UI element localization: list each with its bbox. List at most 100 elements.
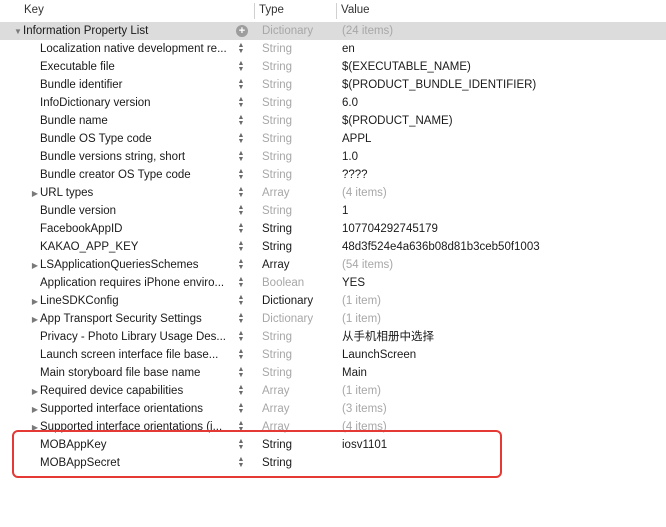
- type-cell[interactable]: Dictionary: [262, 22, 337, 40]
- column-header-key[interactable]: Key: [24, 4, 44, 16]
- stepper-icon[interactable]: ▲ ▼: [234, 418, 248, 436]
- stepper-icon[interactable]: ▲ ▼: [234, 436, 248, 454]
- plist-row[interactable]: Bundle version ▲ ▼ String 1: [0, 202, 666, 220]
- value-cell[interactable]: $(EXECUTABLE_NAME): [342, 58, 471, 76]
- key-cell[interactable]: Bundle version: [0, 202, 262, 220]
- disclosure-closed-icon[interactable]: ▶: [30, 185, 40, 203]
- type-cell[interactable]: String: [262, 94, 337, 112]
- type-cell[interactable]: Array: [262, 418, 337, 436]
- type-cell[interactable]: String: [262, 58, 337, 76]
- stepper-icon[interactable]: ▲ ▼: [234, 346, 248, 364]
- value-cell[interactable]: (3 items): [342, 400, 387, 418]
- type-cell[interactable]: String: [262, 202, 337, 220]
- type-cell[interactable]: String: [262, 328, 337, 346]
- type-cell[interactable]: String: [262, 76, 337, 94]
- plist-row[interactable]: InfoDictionary version ▲ ▼ String 6.0: [0, 94, 666, 112]
- value-cell[interactable]: en: [342, 40, 355, 58]
- key-cell[interactable]: ▶ LineSDKConfig: [0, 292, 262, 311]
- plist-row[interactable]: Localization native development re... ▲ ▼ S…: [0, 40, 666, 58]
- value-cell[interactable]: $(PRODUCT_NAME): [342, 112, 453, 130]
- key-cell[interactable]: Application requires iPhone enviro...: [0, 274, 262, 292]
- value-cell[interactable]: 1: [342, 202, 348, 220]
- key-cell[interactable]: MOBAppSecret: [0, 454, 262, 472]
- column-divider[interactable]: [254, 3, 255, 19]
- plist-row[interactable]: Executable file ▲ ▼ String $(EXECUTABLE_NAME…: [0, 58, 666, 76]
- key-cell[interactable]: Bundle OS Type code: [0, 130, 262, 148]
- stepper-icon[interactable]: ▲ ▼: [234, 184, 248, 202]
- stepper-icon[interactable]: ▲ ▼: [234, 454, 248, 472]
- plist-row[interactable]: MOBAppSecret ▲ ▼ String: [0, 454, 666, 472]
- stepper-icon[interactable]: ▲ ▼: [234, 202, 248, 220]
- stepper-icon[interactable]: ▲ ▼: [234, 256, 248, 274]
- value-cell[interactable]: 107704292745179: [342, 220, 438, 238]
- stepper-icon[interactable]: ▲ ▼: [234, 220, 248, 238]
- key-cell[interactable]: Executable file: [0, 58, 262, 76]
- plist-row[interactable]: ▶ LSApplicationQueriesSchemes ▲ ▼ Array (54 i…: [0, 256, 666, 274]
- disclosure-closed-icon[interactable]: ▶: [30, 383, 40, 401]
- column-header-type[interactable]: Type: [259, 4, 284, 16]
- key-cell[interactable]: ▶ LSApplicationQueriesSchemes: [0, 256, 262, 275]
- plist-row[interactable]: ▶ Required device capabilities ▲ ▼ Array (1 i…: [0, 382, 666, 400]
- key-cell[interactable]: Main storyboard file base name: [0, 364, 262, 382]
- key-cell[interactable]: ▶ Supported interface orientations (i...: [0, 418, 262, 437]
- type-cell[interactable]: Array: [262, 382, 337, 400]
- key-cell[interactable]: Bundle versions string, short: [0, 148, 262, 166]
- plist-row[interactable]: KAKAO_APP_KEY ▲ ▼ String 48d3f524e4a636b08d8…: [0, 238, 666, 256]
- stepper-icon[interactable]: ▲ ▼: [234, 328, 248, 346]
- key-cell[interactable]: Launch screen interface file base...: [0, 346, 262, 364]
- type-cell[interactable]: Array: [262, 184, 337, 202]
- key-cell[interactable]: ▶ Required device capabilities: [0, 382, 262, 401]
- plist-row[interactable]: Privacy - Photo Library Usage Des... ▲ ▼ St…: [0, 328, 666, 346]
- plist-row[interactable]: MOBAppKey ▲ ▼ String iosv1101: [0, 436, 666, 454]
- key-cell[interactable]: Localization native development re...: [0, 40, 262, 58]
- column-header-value[interactable]: Value: [341, 4, 370, 16]
- type-cell[interactable]: Dictionary: [262, 292, 337, 310]
- stepper-icon[interactable]: ▲ ▼: [234, 130, 248, 148]
- stepper-icon[interactable]: ▲ ▼: [234, 364, 248, 382]
- key-cell[interactable]: FacebookAppID: [0, 220, 262, 238]
- key-cell[interactable]: ▼Information Property List: [0, 22, 245, 41]
- disclosure-open-icon[interactable]: ▼: [13, 23, 23, 41]
- stepper-icon[interactable]: ▲ ▼: [234, 274, 248, 292]
- value-cell[interactable]: (1 item): [342, 382, 381, 400]
- key-cell[interactable]: Bundle creator OS Type code: [0, 166, 262, 184]
- key-cell[interactable]: ▶ URL types: [0, 184, 262, 203]
- type-cell[interactable]: String: [262, 40, 337, 58]
- value-cell[interactable]: YES: [342, 274, 365, 292]
- plist-row[interactable]: ▶ URL types ▲ ▼ Array (4 items): [0, 184, 666, 202]
- value-cell[interactable]: 48d3f524e4a636b08d81b3ceb50f1003: [342, 238, 540, 256]
- type-cell[interactable]: String: [262, 346, 337, 364]
- stepper-icon[interactable]: ▲ ▼: [234, 58, 248, 76]
- type-cell[interactable]: String: [262, 166, 337, 184]
- value-cell[interactable]: Main: [342, 364, 367, 382]
- stepper-icon[interactable]: ▲ ▼: [234, 238, 248, 256]
- key-cell[interactable]: MOBAppKey: [0, 436, 262, 454]
- plist-row[interactable]: Bundle name ▲ ▼ String $(PRODUCT_NAME): [0, 112, 666, 130]
- key-cell[interactable]: KAKAO_APP_KEY: [0, 238, 262, 256]
- value-cell[interactable]: 从手机相册中选择: [342, 328, 434, 346]
- value-cell[interactable]: (1 item): [342, 292, 381, 310]
- plist-row[interactable]: ▶ Supported interface orientations (i... ▲…: [0, 418, 666, 436]
- value-cell[interactable]: LaunchScreen: [342, 346, 416, 364]
- key-cell[interactable]: Privacy - Photo Library Usage Des...: [0, 328, 262, 346]
- plist-row[interactable]: Launch screen interface file base... ▲ ▼ St…: [0, 346, 666, 364]
- value-cell[interactable]: (54 items): [342, 256, 393, 274]
- value-cell[interactable]: 1.0: [342, 148, 358, 166]
- stepper-icon[interactable]: ▲ ▼: [234, 148, 248, 166]
- plist-row[interactable]: Bundle versions string, short ▲ ▼ String 1.0: [0, 148, 666, 166]
- stepper-icon[interactable]: ▲ ▼: [234, 94, 248, 112]
- plist-row[interactable]: Bundle identifier ▲ ▼ String $(PRODUCT_BUNDL…: [0, 76, 666, 94]
- disclosure-closed-icon[interactable]: ▶: [30, 257, 40, 275]
- type-cell[interactable]: String: [262, 148, 337, 166]
- stepper-icon[interactable]: ▲ ▼: [234, 382, 248, 400]
- value-cell[interactable]: (24 items): [342, 22, 393, 40]
- stepper-icon[interactable]: ▲ ▼: [234, 76, 248, 94]
- value-cell[interactable]: 6.0: [342, 94, 358, 112]
- plist-row[interactable]: Application requires iPhone enviro... ▲ ▼ B…: [0, 274, 666, 292]
- disclosure-closed-icon[interactable]: ▶: [30, 401, 40, 419]
- key-cell[interactable]: InfoDictionary version: [0, 94, 262, 112]
- plist-row[interactable]: ▶ LineSDKConfig ▲ ▼ Dictionary (1 item): [0, 292, 666, 310]
- stepper-icon[interactable]: ▲ ▼: [234, 166, 248, 184]
- disclosure-closed-icon[interactable]: ▶: [30, 311, 40, 329]
- disclosure-closed-icon[interactable]: ▶: [30, 293, 40, 311]
